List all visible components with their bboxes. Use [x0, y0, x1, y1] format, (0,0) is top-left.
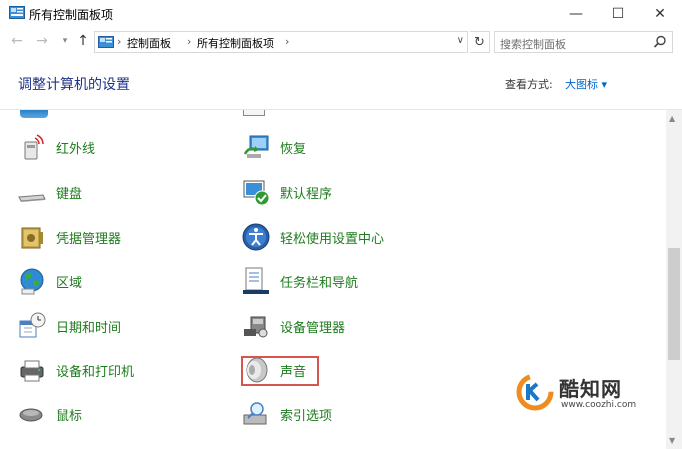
maximize-button[interactable]: ☐ [598, 0, 638, 28]
infrared-icon [24, 134, 44, 160]
title-bar: 所有控制面板项 — ☐ ✕ [0, 0, 682, 28]
up-button[interactable]: ↑ [74, 32, 92, 50]
keyboard-icon [18, 194, 46, 202]
control-item-label: 键盘 [56, 186, 83, 202]
page-title: 调整计算机的设置 [18, 77, 130, 93]
control-item-indexing-options[interactable]: 索引选项 [241, 399, 332, 429]
region-globe-icon [20, 268, 44, 295]
header-divider [0, 109, 682, 110]
highlight-box-sound [241, 356, 319, 386]
scroll-down-arrow[interactable]: ▼ [669, 436, 675, 445]
control-item-label: 凭据管理器 [56, 231, 122, 247]
search-placeholder: 搜索控制面板 [500, 38, 566, 51]
breadcrumb-all-items[interactable]: 所有控制面板项 [197, 35, 274, 51]
view-by-dropdown[interactable]: 大图标 ▾ [565, 76, 607, 92]
control-item-taskbar-navigation[interactable]: 任务栏和导航 [241, 266, 358, 296]
control-item-default-programs[interactable]: 默认程序 [241, 177, 332, 207]
back-button[interactable]: ← [8, 32, 26, 50]
control-item-date-time[interactable]: 日期和时间 [17, 311, 121, 341]
address-dropdown-button[interactable]: ∨ [457, 35, 464, 46]
control-item-label: 红外线 [56, 141, 96, 157]
scrollbar-thumb[interactable] [668, 248, 680, 360]
recovery-icon [243, 135, 269, 158]
control-item-label: 默认程序 [280, 186, 333, 202]
printer-icon [20, 360, 44, 382]
address-bar[interactable]: › 控制面板 › 所有控制面板项 › ∨ [94, 31, 468, 53]
control-item-credential-manager[interactable]: 凭据管理器 [17, 222, 121, 252]
control-item-label: 日期和时间 [56, 320, 122, 336]
breadcrumb-control-panel[interactable]: 控制面板 [127, 35, 171, 51]
control-item-region[interactable]: 区域 [17, 266, 82, 296]
control-item-device-manager[interactable]: 设备管理器 [241, 311, 345, 341]
control-item-devices-printers[interactable]: 设备和打印机 [17, 355, 134, 385]
refresh-button[interactable]: ↻ [470, 31, 490, 53]
default-programs-icon [243, 180, 270, 206]
control-item-label: 索引选项 [280, 408, 333, 424]
watermark: 酷知网 www.coozhi.com [515, 370, 665, 420]
scroll-up-arrow[interactable]: ▲ [669, 114, 675, 123]
indexing-icon [243, 402, 267, 425]
mouse-icon [19, 408, 43, 422]
control-item-ease-of-access[interactable]: 轻松使用设置中心 [241, 222, 384, 252]
control-item-recovery[interactable]: 恢复 [241, 132, 306, 162]
watermark-url: www.coozhi.com [561, 400, 637, 410]
search-input[interactable]: 搜索控制面板 [494, 31, 673, 53]
control-item-label: 设备管理器 [280, 320, 346, 336]
search-icon[interactable] [652, 34, 668, 50]
credential-manager-icon [21, 227, 43, 249]
control-item-label: 区域 [56, 275, 83, 291]
control-item-infrared[interactable]: 红外线 [17, 132, 95, 162]
view-by-label: 查看方式: [505, 78, 553, 91]
minimize-button[interactable]: — [556, 0, 596, 28]
vertical-scrollbar[interactable]: ▲ ▼ [666, 110, 682, 449]
scrolled-item-icon [243, 110, 269, 118]
control-item-label: 任务栏和导航 [280, 275, 359, 291]
navigation-bar: ← → ▾ ↑ › 控制面板 › 所有控制面板项 › ∨ ↻ 搜索控制面板 [0, 28, 682, 56]
recent-locations-button[interactable]: ▾ [56, 32, 74, 50]
breadcrumb-separator: › [187, 35, 192, 48]
control-panel-app-icon [9, 6, 25, 19]
control-item-label: 恢复 [280, 141, 307, 157]
breadcrumb-separator: › [285, 35, 290, 48]
coozhi-logo-icon [516, 373, 554, 411]
control-item-label: 鼠标 [56, 408, 83, 424]
close-button[interactable]: ✕ [640, 0, 680, 28]
control-item-mouse[interactable]: 鼠标 [17, 399, 82, 429]
scrolled-item-icon [20, 110, 48, 118]
watermark-brand: 酷知网 [559, 377, 622, 401]
forward-button[interactable]: → [33, 32, 51, 50]
date-time-icon [19, 312, 46, 338]
window-title: 所有控制面板项 [29, 8, 114, 22]
control-panel-folder-icon [98, 36, 114, 48]
control-item-keyboard[interactable]: 键盘 [17, 177, 82, 207]
control-item-label: 设备和打印机 [56, 364, 135, 380]
device-manager-icon [244, 316, 268, 338]
ease-of-access-icon [242, 223, 270, 251]
taskbar-icon [243, 267, 269, 294]
control-item-label: 轻松使用设置中心 [280, 231, 385, 247]
breadcrumb-separator: › [117, 35, 122, 48]
